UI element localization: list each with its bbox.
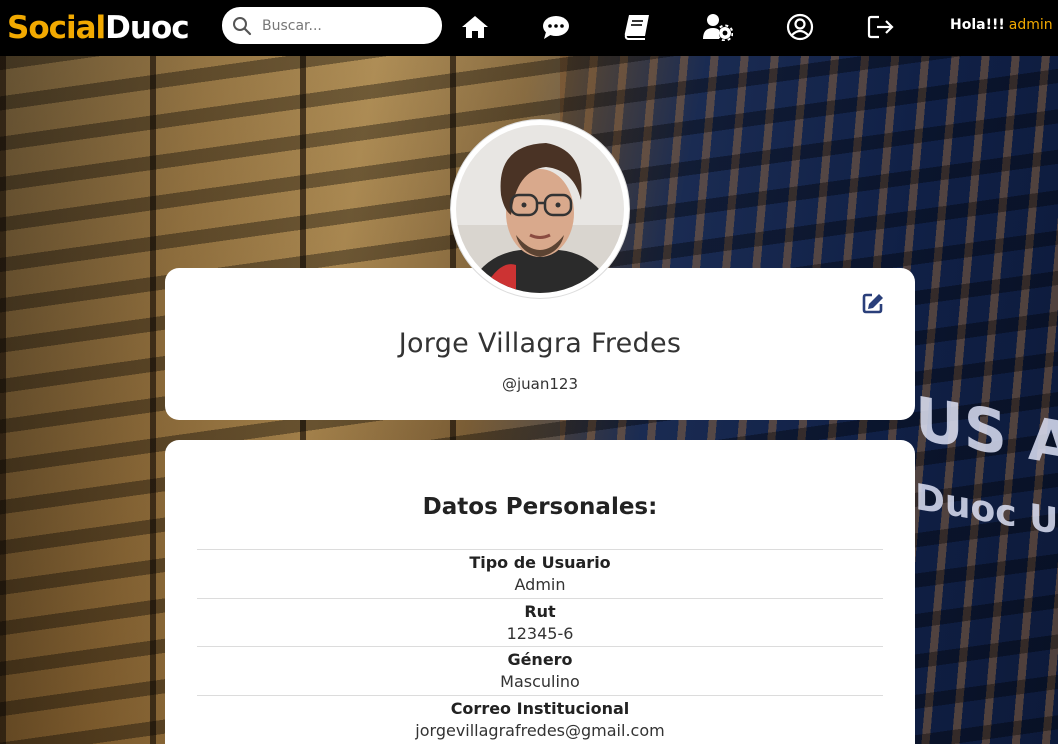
chat-icon[interactable] [541,12,571,42]
search-bar [222,7,442,44]
profile-icon[interactable] [785,12,815,42]
detail-label: Género [507,650,573,670]
detail-value: Admin [514,575,566,594]
detail-label: Rut [524,601,556,621]
personal-data-card: Datos Personales: Tipo de Usuario Admin … [165,440,915,744]
detail-value: jorgevillagrafredes@gmail.com [415,721,665,741]
profile-name: Jorge Villagra Fredes [398,328,682,359]
home-icon[interactable] [460,12,490,42]
detail-row-gender: Género Masculino [197,646,883,695]
detail-row-rut: Rut 12345-6 [197,597,883,647]
username[interactable]: admin [1009,17,1053,33]
section-title: Datos Personales: [422,494,658,520]
search-icon [232,16,252,40]
avatar [451,120,629,298]
detail-value: 12345-6 [506,623,574,643]
detail-row-user-type: Tipo de Usuario Admin [197,549,883,598]
navbar: SocialDuoc Hola!!!admin [0,0,1058,56]
detail-value: Masculino [500,672,580,692]
brand-part-duoc: Duoc [105,10,189,46]
detail-row-email: Correo Institucional jorgevillagrafredes… [197,695,883,744]
avatar-photo [456,125,624,293]
user-settings-icon[interactable] [703,12,733,42]
logout-icon[interactable] [866,12,896,42]
detail-label: Correo Institucional [450,699,630,719]
greeting-text: Hola!!! [950,17,1005,33]
search-input[interactable] [262,14,432,37]
edit-icon[interactable] [862,292,884,318]
details-list: Tipo de Usuario Admin Rut 12345-6 Género… [197,549,883,744]
book-icon[interactable] [622,12,652,42]
detail-label: Tipo de Usuario [469,553,611,572]
brand-logo[interactable]: SocialDuoc [7,8,190,48]
brand-part-social: Social [7,10,106,46]
greeting: Hola!!! admin [950,17,1053,33]
profile-handle: @juan123 [501,375,578,393]
